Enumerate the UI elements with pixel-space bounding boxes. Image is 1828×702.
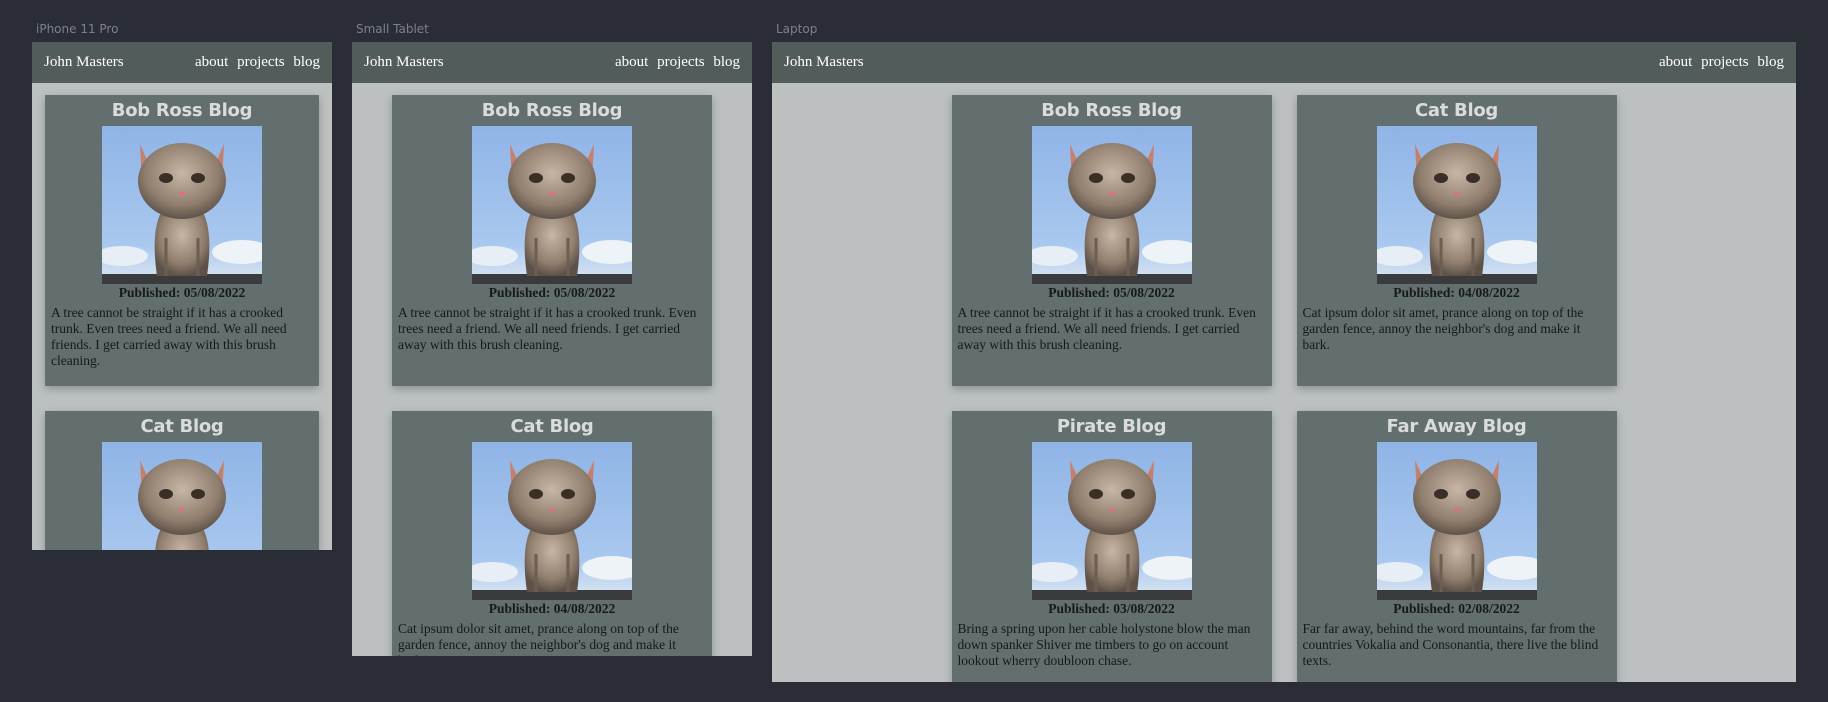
- post-excerpt: Cat ipsum dolor sit amet, prance along o…: [398, 621, 679, 656]
- brand-link[interactable]: John Masters: [364, 54, 444, 71]
- brand-link[interactable]: John Masters: [784, 54, 864, 71]
- kitten-image: [1031, 442, 1192, 600]
- post-date: Published: 05/08/2022: [118, 285, 246, 300]
- post-card[interactable]: Cat Blog Published: 04/08/2022 Cat ipsum…: [1296, 95, 1617, 386]
- nav-link-blog[interactable]: blog: [1757, 54, 1784, 70]
- navbar: John Masters about projects blog: [772, 42, 1796, 83]
- post-list: Bob Ross Blog Published: 05/08/2022 A tr…: [32, 83, 332, 550]
- post-title: Bob Ross Blog: [111, 100, 253, 121]
- post-excerpt: Cat ipsum dolor sit amet, prance along o…: [1302, 305, 1584, 352]
- post-date: Published: 05/08/2022: [1048, 285, 1175, 300]
- post-title: Cat Blog: [510, 416, 594, 437]
- navbar: John Masters about projects blog: [352, 42, 752, 83]
- kitten-image: [472, 126, 632, 284]
- nav-link-about[interactable]: about: [195, 54, 228, 70]
- kitten-image: [102, 126, 262, 284]
- post-excerpt: A tree cannot be straight if it has a cr…: [51, 305, 287, 368]
- kitten-image: [1376, 126, 1537, 284]
- post-list: Bob Ross Blog Published: 05/08/2022 A tr…: [352, 83, 752, 656]
- nav-link-about[interactable]: about: [615, 54, 648, 70]
- post-date: Published: 04/08/2022: [488, 601, 616, 616]
- brand-link[interactable]: John Masters: [44, 54, 124, 71]
- nav-link-projects[interactable]: projects: [1701, 54, 1748, 70]
- nav-link-blog[interactable]: blog: [293, 54, 320, 70]
- nav-links: about projects blog: [1659, 54, 1784, 71]
- post-card[interactable]: Cat Blog Published: 04/08/2022 Cat ipsum…: [392, 411, 712, 656]
- post-date: Published: 03/08/2022: [1048, 601, 1175, 616]
- post-excerpt: Far far away, behind the word mountains,…: [1302, 621, 1599, 668]
- post-card[interactable]: Cat Blog Published: 04/08/2022 Cat ipsum…: [45, 411, 319, 550]
- frame-label-tablet: Small Tablet: [356, 22, 429, 36]
- post-title: Bob Ross Blog: [1041, 100, 1182, 121]
- tablet-frame: John Masters about projects blog Bob Ros…: [352, 42, 752, 656]
- kitten-image: [1376, 442, 1537, 600]
- navbar: John Masters about projects blog: [32, 42, 332, 83]
- post-title: Bob Ross Blog: [481, 100, 623, 121]
- nav-link-blog[interactable]: blog: [713, 54, 740, 70]
- post-title: Far Away Blog: [1386, 416, 1527, 437]
- post-title: Pirate Blog: [1056, 416, 1167, 437]
- post-card[interactable]: Bob Ross Blog Published: 05/08/2022 A tr…: [45, 95, 319, 386]
- post-excerpt: Bring a spring upon her cable holystone …: [957, 621, 1251, 668]
- post-date: Published: 02/08/2022: [1393, 601, 1520, 616]
- post-card[interactable]: Far Away Blog Published: 02/08/2022 Far …: [1296, 411, 1617, 682]
- post-card[interactable]: Bob Ross Blog Published: 05/08/2022 A tr…: [951, 95, 1272, 386]
- mobile-frame: John Masters about projects blog Bob Ros…: [32, 42, 332, 550]
- post-excerpt: A tree cannot be straight if it has a cr…: [398, 305, 697, 352]
- nav-link-projects[interactable]: projects: [237, 54, 284, 70]
- nav-links: about projects blog: [615, 54, 740, 71]
- frame-label-mobile: iPhone 11 Pro: [36, 22, 119, 36]
- kitten-image: [1031, 126, 1192, 284]
- laptop-frame: John Masters about projects blog Bob Ros…: [772, 42, 1796, 682]
- kitten-image: [472, 442, 632, 600]
- post-title: Cat Blog: [140, 416, 224, 437]
- post-date: Published: 05/08/2022: [488, 285, 616, 300]
- nav-link-projects[interactable]: projects: [657, 54, 704, 70]
- post-title: Cat Blog: [1415, 100, 1498, 121]
- post-card[interactable]: Pirate Blog Published: 03/08/2022 Bring …: [951, 411, 1272, 682]
- nav-links: about projects blog: [195, 54, 320, 71]
- nav-link-about[interactable]: about: [1659, 54, 1692, 70]
- post-grid: Bob Ross Blog Published: 05/08/2022 A tr…: [772, 83, 1796, 682]
- post-excerpt: A tree cannot be straight if it has a cr…: [957, 305, 1256, 352]
- post-date: Published: 04/08/2022: [1393, 285, 1520, 300]
- post-card[interactable]: Bob Ross Blog Published: 05/08/2022 A tr…: [392, 95, 712, 386]
- frame-label-laptop: Laptop: [776, 22, 818, 36]
- kitten-image: [102, 442, 262, 550]
